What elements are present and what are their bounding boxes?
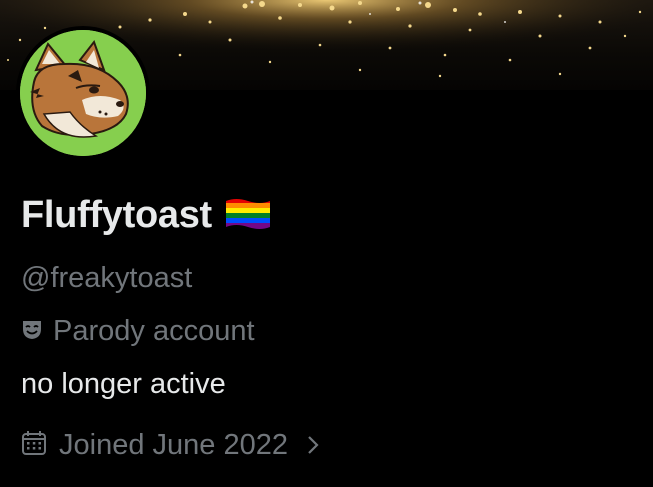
display-name: Fluffytoast <box>21 194 212 236</box>
display-name-row: Fluffytoast <box>21 192 272 238</box>
theater-mask-icon <box>21 318 43 345</box>
calendar-icon <box>21 430 47 461</box>
parody-label: Parody account <box>53 315 255 347</box>
joined-date: Joined June 2022 <box>59 429 288 461</box>
profile-avatar[interactable] <box>16 26 150 160</box>
profile-bio: no longer active <box>21 368 226 400</box>
chevron-right-icon[interactable] <box>306 434 320 456</box>
rainbow-flag-icon <box>224 197 272 236</box>
avatar-image <box>20 30 146 156</box>
account-label-row: Parody account <box>21 313 255 349</box>
user-handle: @freakytoast <box>21 262 193 294</box>
joined-date-row[interactable]: Joined June 2022 <box>21 427 320 463</box>
